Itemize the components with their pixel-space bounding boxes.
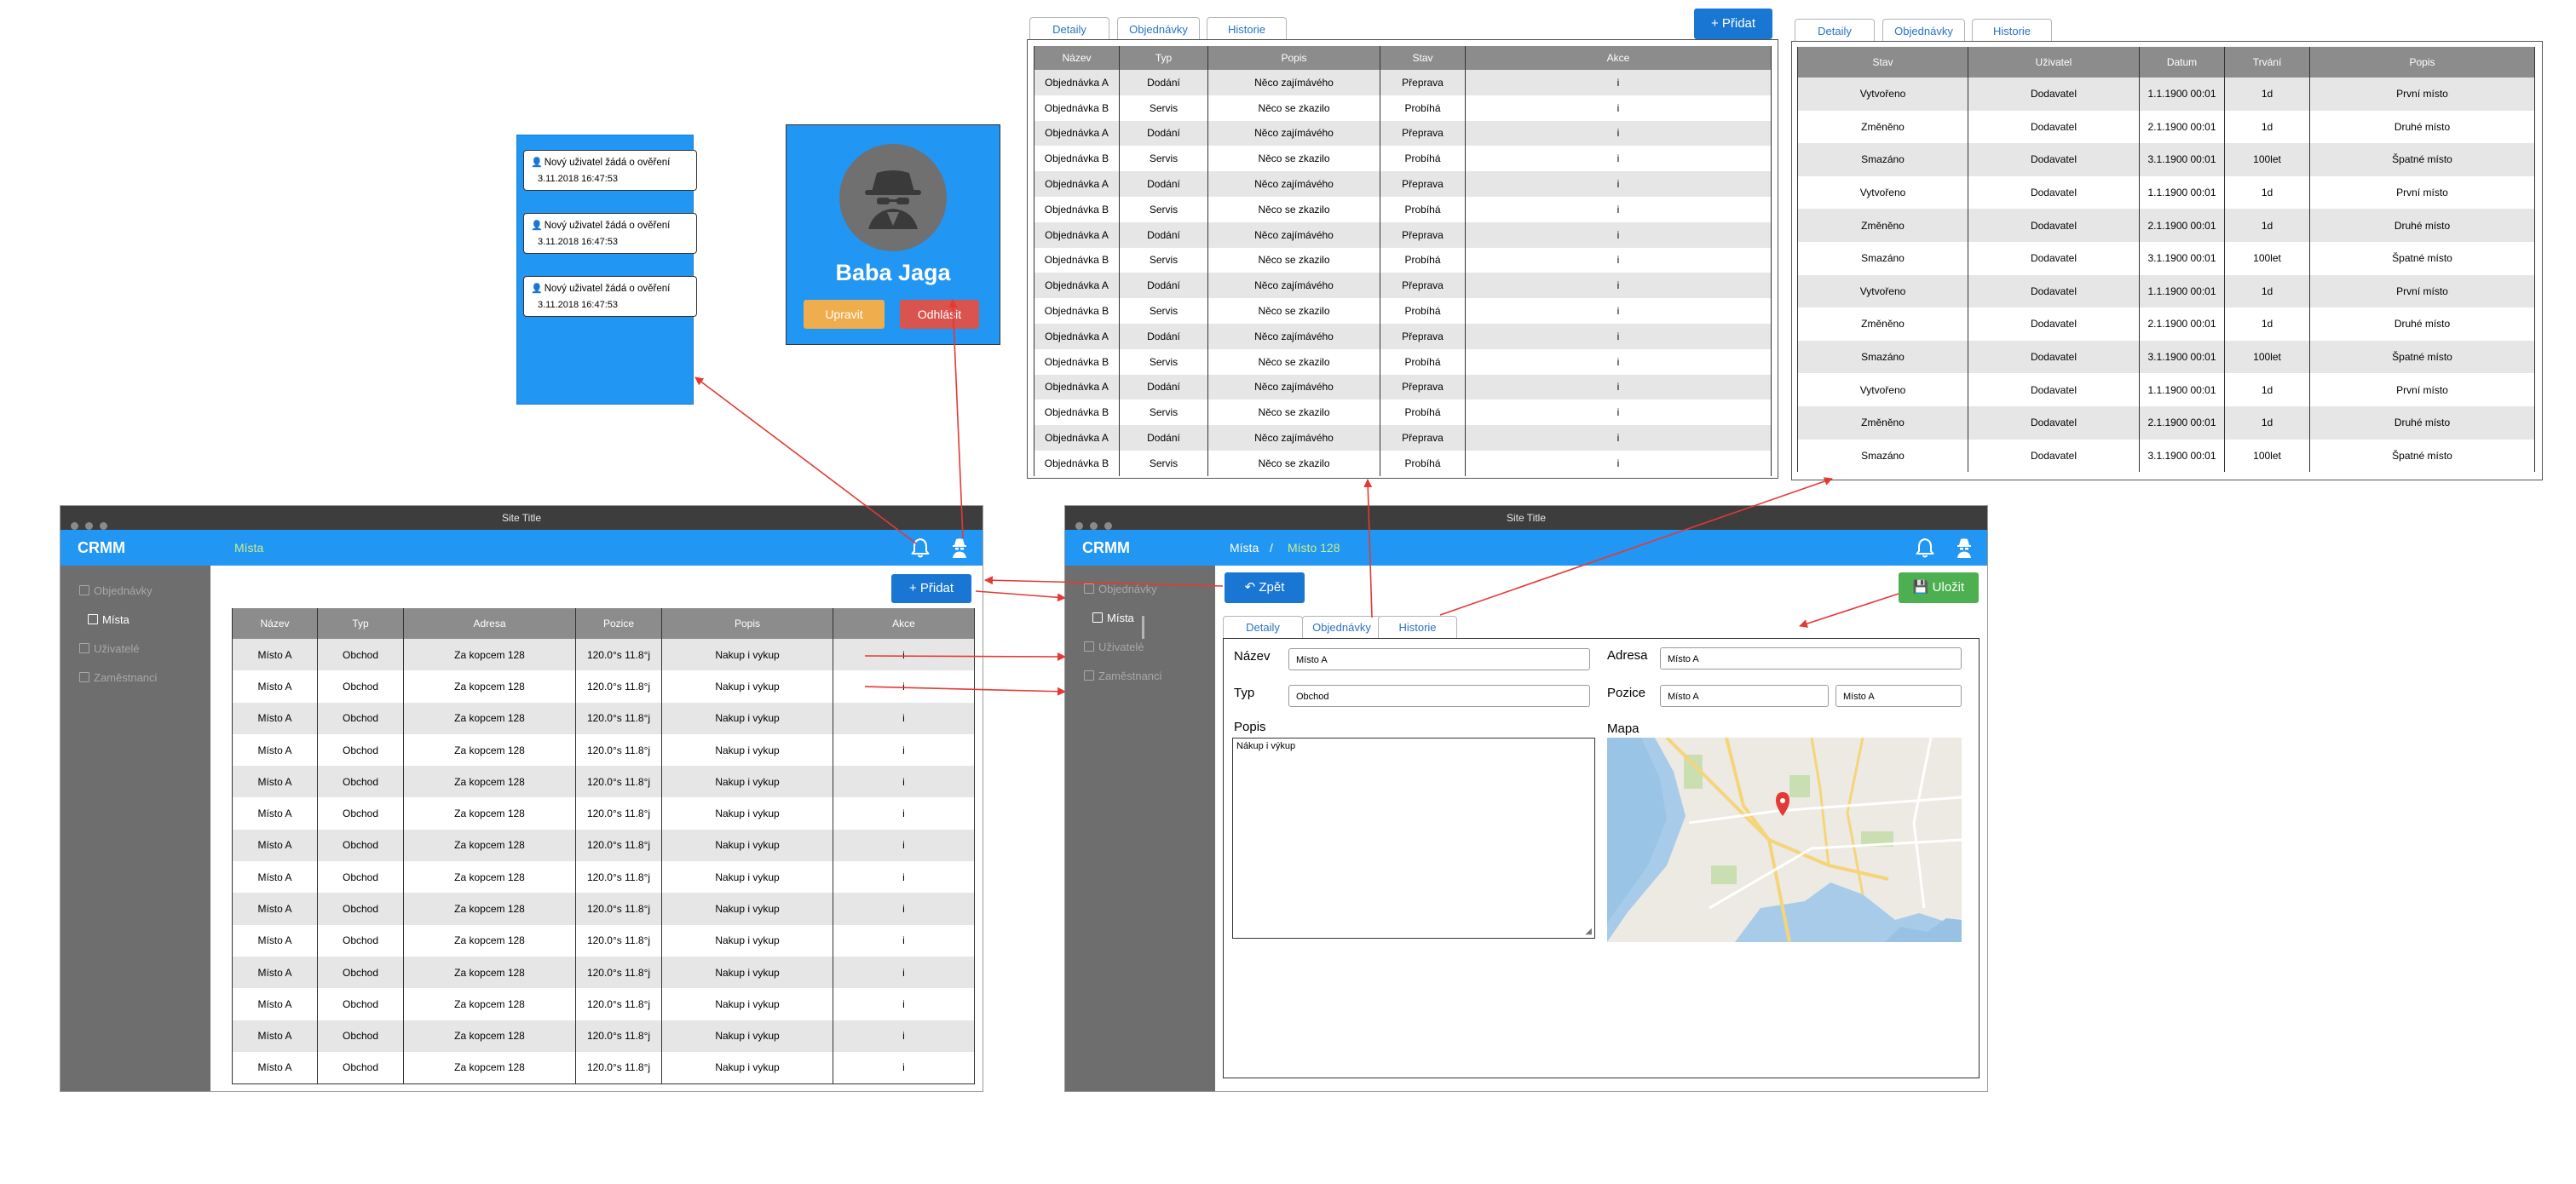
arrow-save-to-tabs	[1799, 593, 1899, 628]
arrow-row1-to-detail	[864, 652, 1066, 661]
arrow-back-to-list	[984, 576, 1224, 587]
flow-arrows	[694, 299, 1899, 696]
arrow-user-to-profile	[948, 299, 964, 539]
arrow-row2-to-detail	[864, 686, 1066, 696]
arrow-add-to-detail	[975, 590, 1066, 602]
arrow-bell-to-notifications	[694, 376, 917, 544]
arrow-history-tab-to-history	[1439, 477, 1833, 616]
arrow-orders-tab-to-orders	[1363, 479, 1373, 618]
